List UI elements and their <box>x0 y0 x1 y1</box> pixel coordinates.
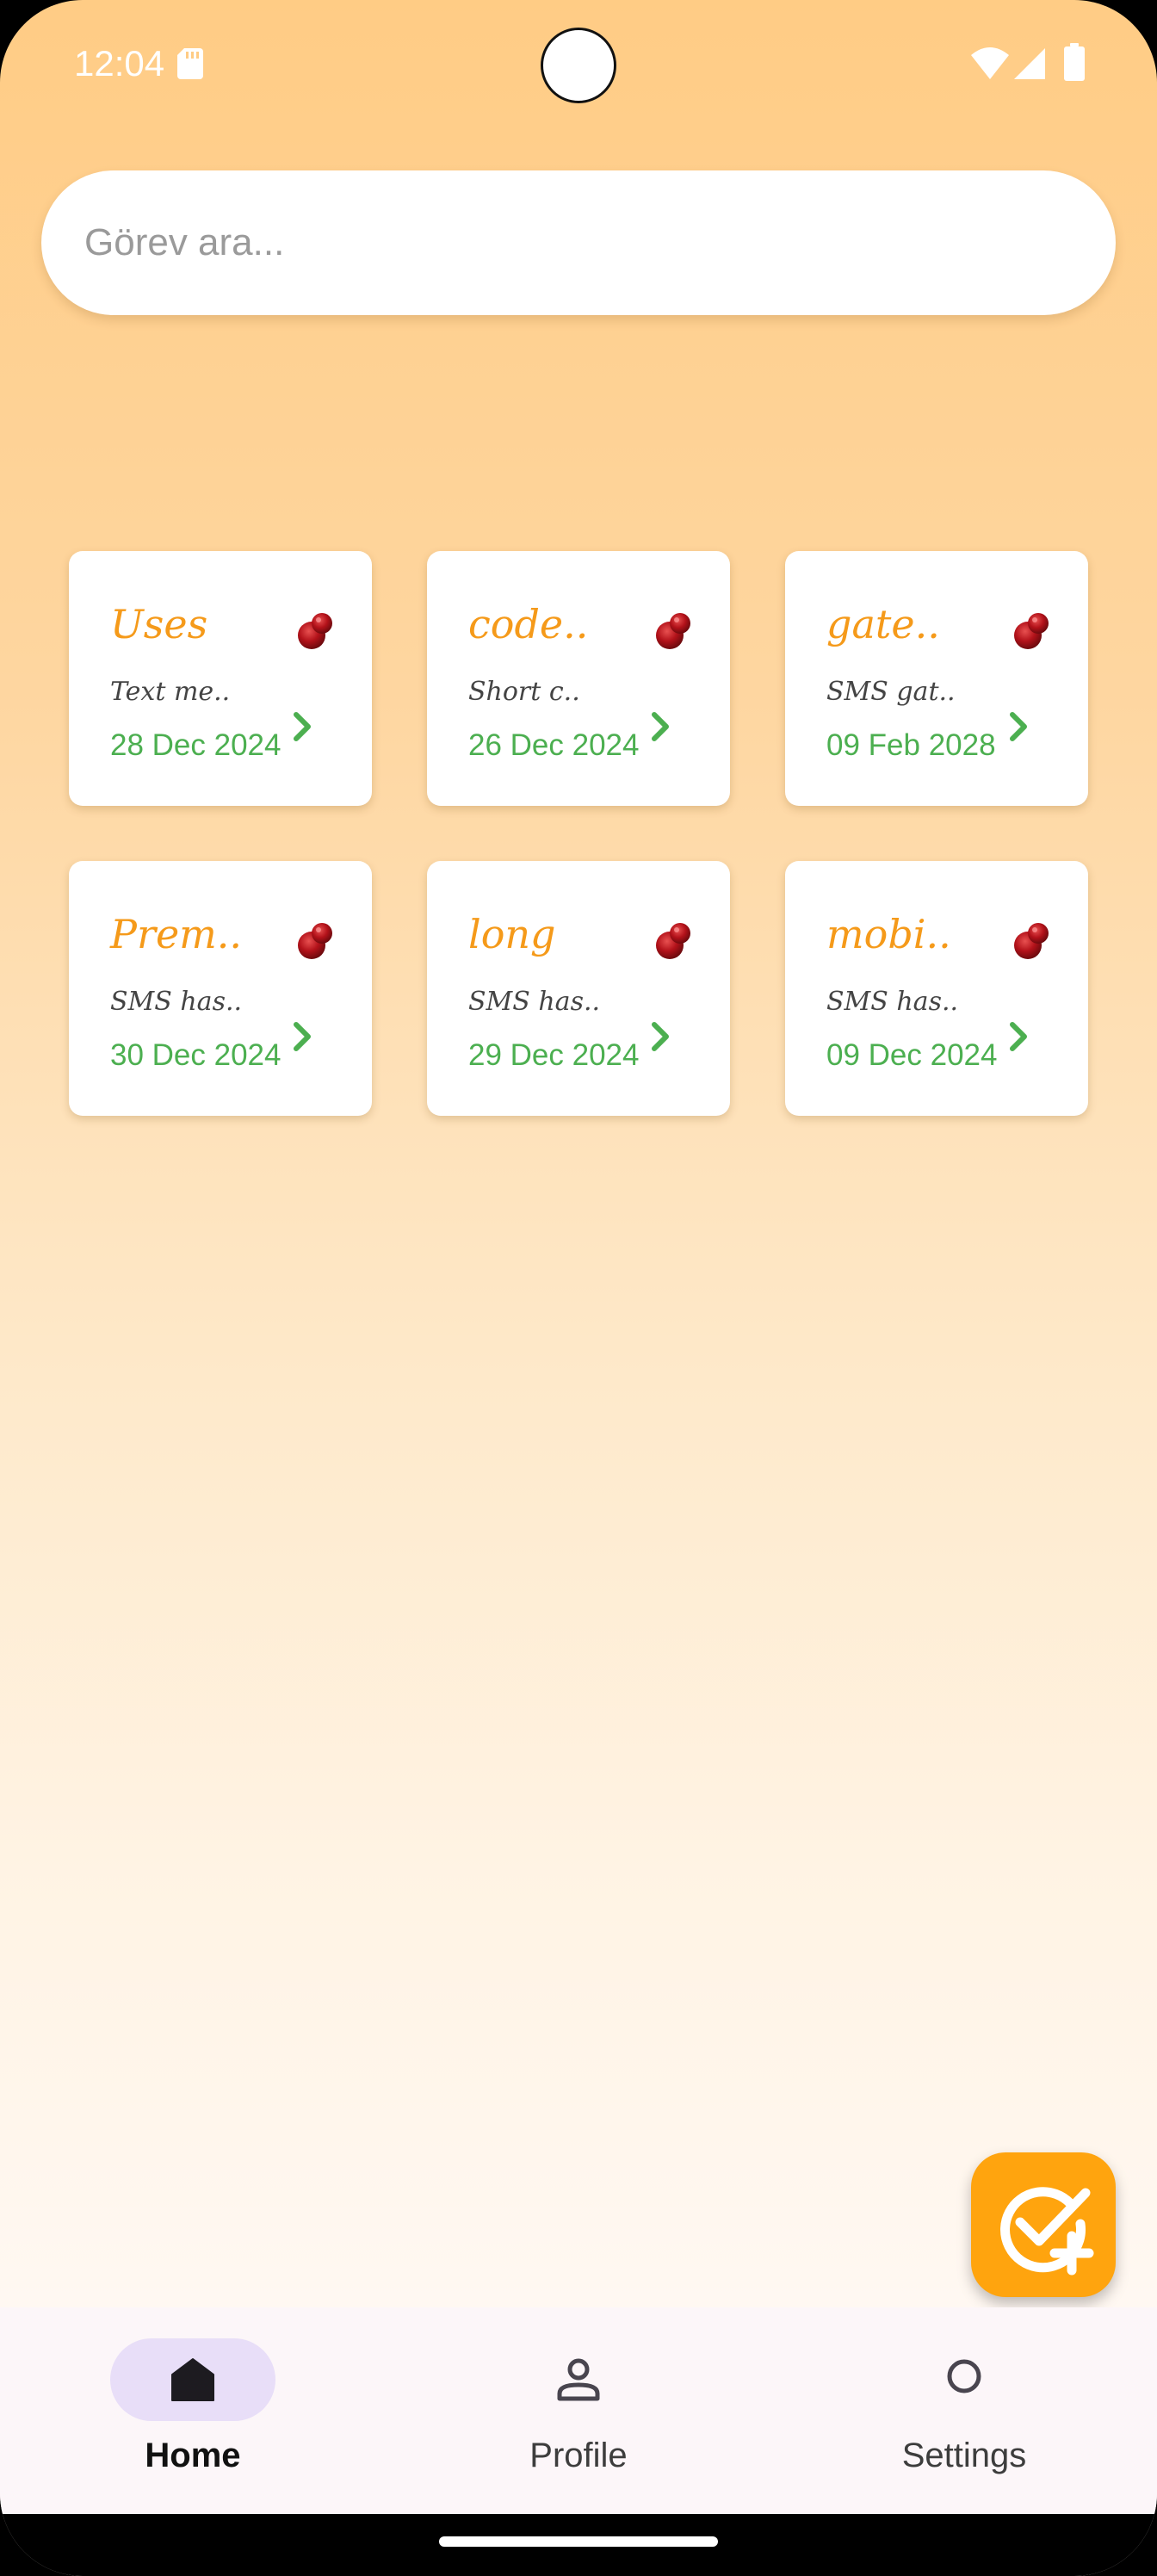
wifi-icon <box>971 47 1009 79</box>
task-date: 29 Dec 2024 <box>468 1038 640 1072</box>
task-date: 26 Dec 2024 <box>468 728 640 762</box>
bottom-navigation: Home Profile Settings <box>0 2307 1157 2514</box>
task-add-icon <box>1000 2187 1094 2276</box>
chevron-right-icon[interactable] <box>1002 1019 1036 1054</box>
task-title: code.. <box>468 601 589 647</box>
task-date: 30 Dec 2024 <box>110 1038 282 1072</box>
gesture-handle[interactable] <box>439 2536 718 2547</box>
task-title: mobi.. <box>826 911 951 957</box>
signal-icon <box>1014 48 1045 79</box>
nav-item-profile[interactable]: Profile <box>386 2307 771 2514</box>
search-input[interactable] <box>83 220 1116 265</box>
chevron-right-icon[interactable] <box>1002 709 1036 744</box>
nav-item-home[interactable]: Home <box>0 2307 386 2514</box>
nav-item-settings[interactable]: Settings <box>771 2307 1157 2514</box>
task-description: SMS has.. <box>826 987 959 1017</box>
add-task-button[interactable] <box>971 2152 1116 2297</box>
sd-card-icon <box>177 48 203 79</box>
task-card[interactable]: Prem.. SMS has.. 30 Dec 2024 <box>69 861 372 1116</box>
camera-cutout <box>541 28 616 103</box>
task-description: SMS has.. <box>468 987 601 1017</box>
task-title: gate.. <box>826 601 940 647</box>
task-title: Uses <box>110 601 208 647</box>
nav-label-profile: Profile <box>529 2437 628 2474</box>
task-title: long <box>468 911 556 957</box>
chevron-right-icon[interactable] <box>644 709 678 744</box>
task-card[interactable]: Uses Text me.. 28 Dec 2024 <box>69 551 372 806</box>
push-pin-icon <box>298 923 332 959</box>
person-icon <box>557 2358 600 2401</box>
task-date: 09 Feb 2028 <box>826 728 996 762</box>
chevron-right-icon[interactable] <box>286 709 320 744</box>
nav-label-home: Home <box>145 2437 241 2474</box>
task-card[interactable]: mobi.. SMS has.. 09 Dec 2024 <box>785 861 1088 1116</box>
search-bar[interactable] <box>41 170 1116 315</box>
task-description: Short c.. <box>468 677 580 707</box>
status-bar: 12:04 <box>0 0 1157 129</box>
task-date: 09 Dec 2024 <box>826 1038 998 1072</box>
task-description: SMS gat.. <box>826 677 956 707</box>
task-title: Prem.. <box>110 911 243 957</box>
push-pin-icon <box>656 613 690 649</box>
task-card[interactable]: long SMS has.. 29 Dec 2024 <box>427 861 730 1116</box>
circle-icon <box>947 2359 981 2393</box>
home-icon <box>171 2358 214 2401</box>
task-card[interactable]: gate.. SMS gat.. 09 Feb 2028 <box>785 551 1088 806</box>
battery-icon <box>1064 43 1085 81</box>
push-pin-icon <box>656 923 690 959</box>
push-pin-icon <box>1014 613 1049 649</box>
chevron-right-icon[interactable] <box>644 1019 678 1054</box>
task-description: SMS has.. <box>110 987 243 1017</box>
task-description: Text me.. <box>110 677 231 707</box>
push-pin-icon <box>1014 923 1049 959</box>
status-time: 12:04 <box>74 43 165 84</box>
nav-label-settings: Settings <box>901 2437 1027 2474</box>
task-grid: Uses Text me.. 28 Dec 2024 code.. Short … <box>69 551 1088 1116</box>
task-date: 28 Dec 2024 <box>110 728 282 762</box>
push-pin-icon <box>298 613 332 649</box>
chevron-right-icon[interactable] <box>286 1019 320 1054</box>
phone-screen: 12:04 Uses <box>0 0 1157 2576</box>
task-card[interactable]: code.. Short c.. 26 Dec 2024 <box>427 551 730 806</box>
